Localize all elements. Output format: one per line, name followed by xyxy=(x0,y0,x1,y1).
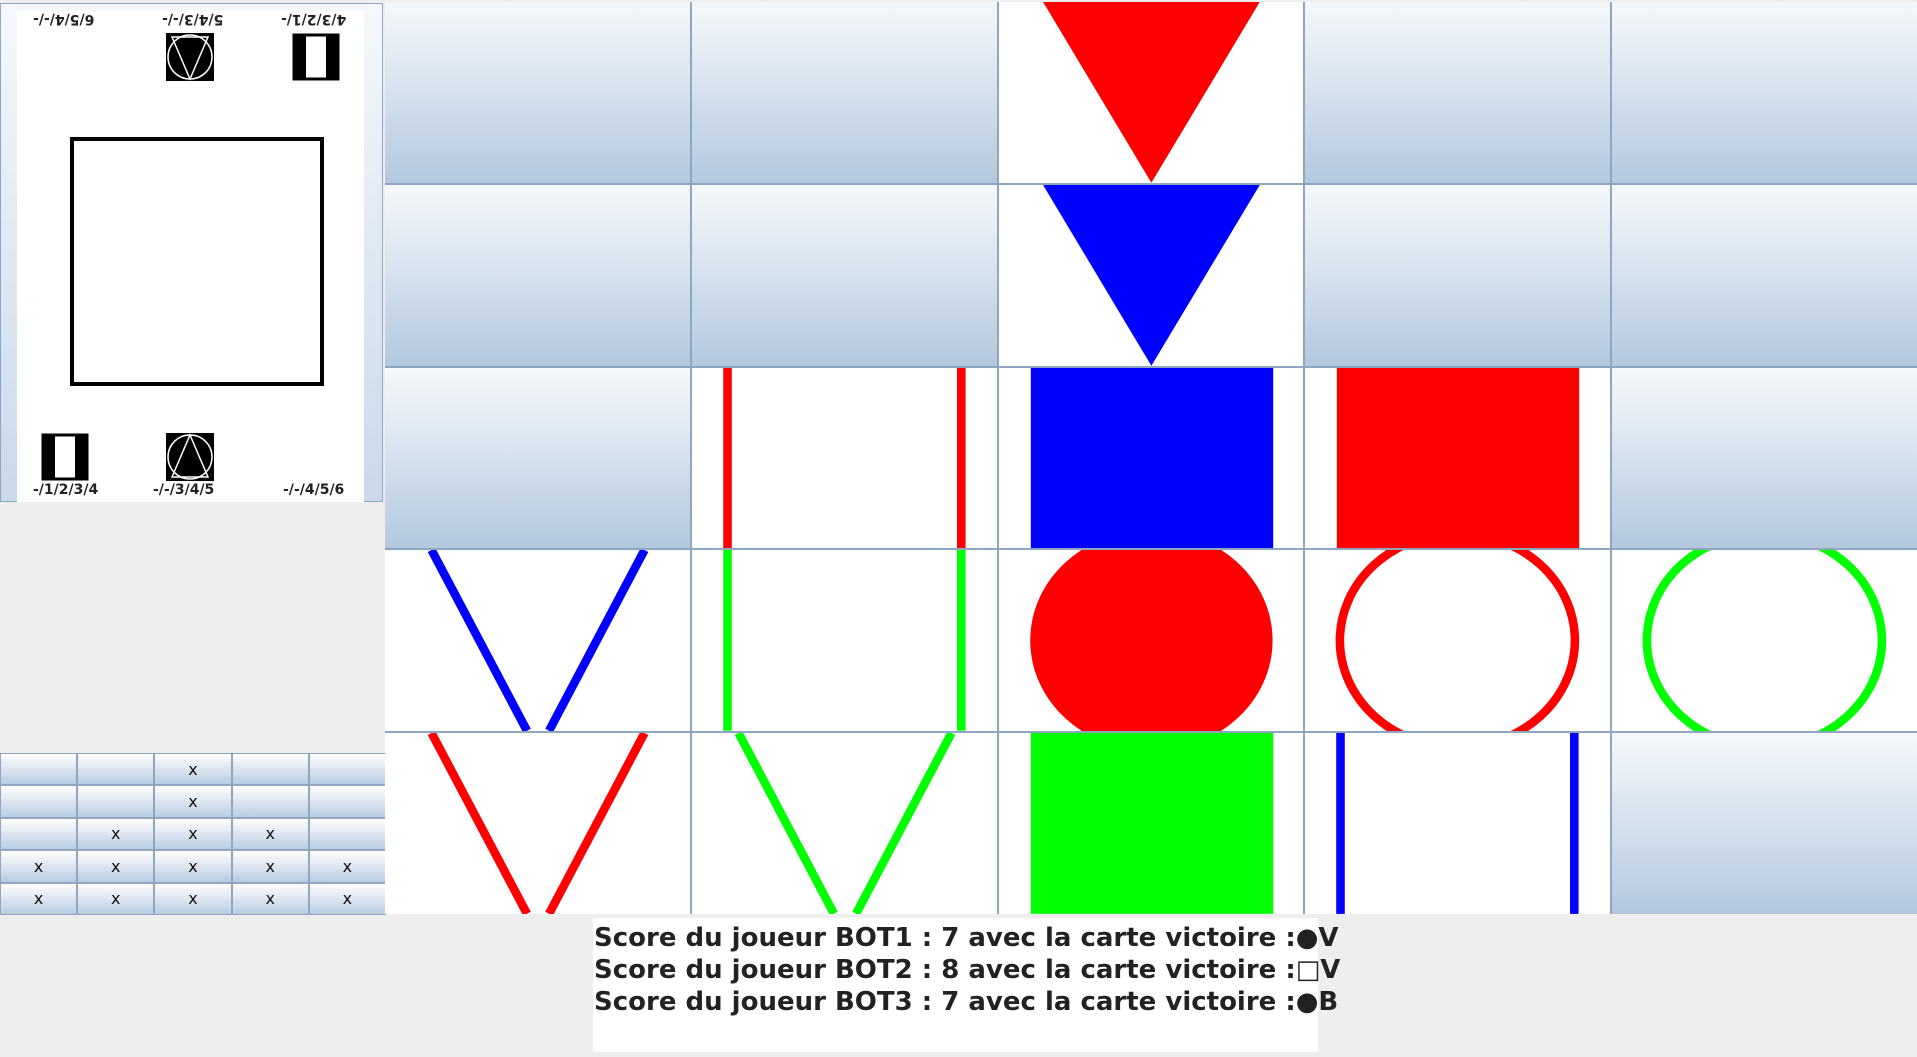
score-line-bot3: Score du joueur BOT3 : 7 avec la carte v… xyxy=(594,987,1339,1017)
mini-cell[interactable]: x xyxy=(77,850,155,883)
card-corner-top-right: 4/3/2/1/- xyxy=(281,11,347,27)
board-cell-empty[interactable] xyxy=(691,2,997,183)
board-card-square[interactable] xyxy=(691,550,997,732)
board-card-circle[interactable] xyxy=(998,550,1304,732)
card-corner-bottom-left: -/1/2/3/4 xyxy=(33,482,99,498)
square-shape xyxy=(1336,733,1579,914)
mini-cell[interactable]: x xyxy=(0,850,78,883)
circle-shape xyxy=(1336,550,1580,732)
mini-cell[interactable] xyxy=(0,817,78,851)
card-corner-top-mid: 5/4/3/-/- xyxy=(162,11,224,27)
board-cell-empty[interactable] xyxy=(1612,733,1917,914)
board-cell-empty[interactable] xyxy=(385,367,690,549)
mini-cell[interactable]: x xyxy=(77,882,155,915)
mini-cell[interactable] xyxy=(231,753,309,786)
triangle-shape xyxy=(1042,2,1260,183)
board-card-triangle[interactable] xyxy=(998,2,1304,183)
board-card-circle[interactable] xyxy=(1612,550,1917,732)
square-shape xyxy=(723,367,966,549)
triangle-in-circle-icon xyxy=(166,33,214,81)
board-cell-empty[interactable] xyxy=(691,184,997,366)
mini-cell[interactable] xyxy=(0,753,78,786)
score-panel: Score du joueur BOT1 : 7 avec la carte v… xyxy=(593,918,1341,1052)
mini-cell[interactable] xyxy=(308,817,386,851)
board-card-circle[interactable] xyxy=(1305,550,1611,732)
board-cell-empty[interactable] xyxy=(1612,367,1917,549)
mini-cell[interactable]: x xyxy=(77,817,155,851)
half-filled-rectangle-icon xyxy=(292,33,340,81)
current-card[interactable]: 6/5/4/-/- 5/4/3/-/- 4/3/2/1/- -/1/2/3/4 … xyxy=(17,11,364,502)
mini-cell[interactable]: x xyxy=(0,882,78,915)
board-card-square[interactable] xyxy=(1305,733,1611,914)
game-board xyxy=(385,2,1917,914)
board-cell-empty[interactable] xyxy=(1305,2,1611,183)
mini-cell[interactable] xyxy=(231,785,309,818)
card-preview-panel: 6/5/4/-/- 5/4/3/-/- 4/3/2/1/- -/1/2/3/4 … xyxy=(0,3,383,502)
mini-cell[interactable]: x xyxy=(308,850,386,883)
mini-cell[interactable]: x xyxy=(154,785,232,818)
board-cell-empty[interactable] xyxy=(385,184,690,366)
board-card-square[interactable] xyxy=(691,367,997,549)
mini-cell[interactable]: x xyxy=(231,850,309,883)
triangle-shape xyxy=(427,733,649,914)
mini-cell[interactable] xyxy=(0,785,78,818)
triangle-shape xyxy=(1042,184,1260,366)
mini-cell[interactable]: x xyxy=(231,882,309,915)
mini-board-overview: xxxxxxxxxxxxxxx xyxy=(0,753,386,915)
board-cell-empty[interactable] xyxy=(1612,2,1917,183)
triangle-shape xyxy=(427,550,649,732)
score-line-bot1: Score du joueur BOT1 : 7 avec la carte v… xyxy=(594,923,1339,953)
board-card-triangle[interactable] xyxy=(385,550,690,732)
mini-cell[interactable]: x xyxy=(308,882,386,915)
board-card-triangle[interactable] xyxy=(998,184,1304,366)
mini-cell[interactable]: x xyxy=(154,753,232,786)
half-filled-rectangle-icon xyxy=(41,433,89,481)
square-shape xyxy=(723,550,966,732)
square-shape xyxy=(1337,367,1580,549)
score-line-bot2: Score du joueur BOT2 : 8 avec la carte v… xyxy=(594,955,1341,985)
mini-cell[interactable]: x xyxy=(154,817,232,851)
square-shape xyxy=(1030,367,1273,549)
board-card-square[interactable] xyxy=(998,367,1304,549)
board-cell-empty[interactable] xyxy=(1612,184,1917,366)
card-corner-top-left: 6/5/4/-/- xyxy=(33,11,95,27)
board-card-triangle[interactable] xyxy=(691,733,997,914)
card-corner-bottom-mid: -/-/3/4/5 xyxy=(153,482,215,498)
board-cell-empty[interactable] xyxy=(385,2,690,183)
circle-shape xyxy=(1029,550,1273,732)
card-corner-bottom-right: -/-/4/5/6 xyxy=(283,482,345,498)
mini-cell[interactable]: x xyxy=(154,882,232,915)
square-shape xyxy=(1030,733,1273,914)
mini-cell[interactable]: x xyxy=(154,850,232,883)
board-card-square[interactable] xyxy=(998,733,1304,914)
card-center-square xyxy=(70,137,324,386)
mini-cell[interactable] xyxy=(308,785,386,818)
mini-cell[interactable]: x xyxy=(231,817,309,851)
triangle-in-circle-icon xyxy=(166,433,214,481)
mini-cell[interactable] xyxy=(308,753,386,786)
board-cell-empty[interactable] xyxy=(1305,184,1611,366)
board-card-square[interactable] xyxy=(1305,367,1611,549)
triangle-shape xyxy=(734,733,956,914)
circle-shape xyxy=(1642,550,1887,732)
mini-cell[interactable] xyxy=(77,785,155,818)
mini-cell[interactable] xyxy=(77,753,155,786)
board-card-triangle[interactable] xyxy=(385,733,690,914)
